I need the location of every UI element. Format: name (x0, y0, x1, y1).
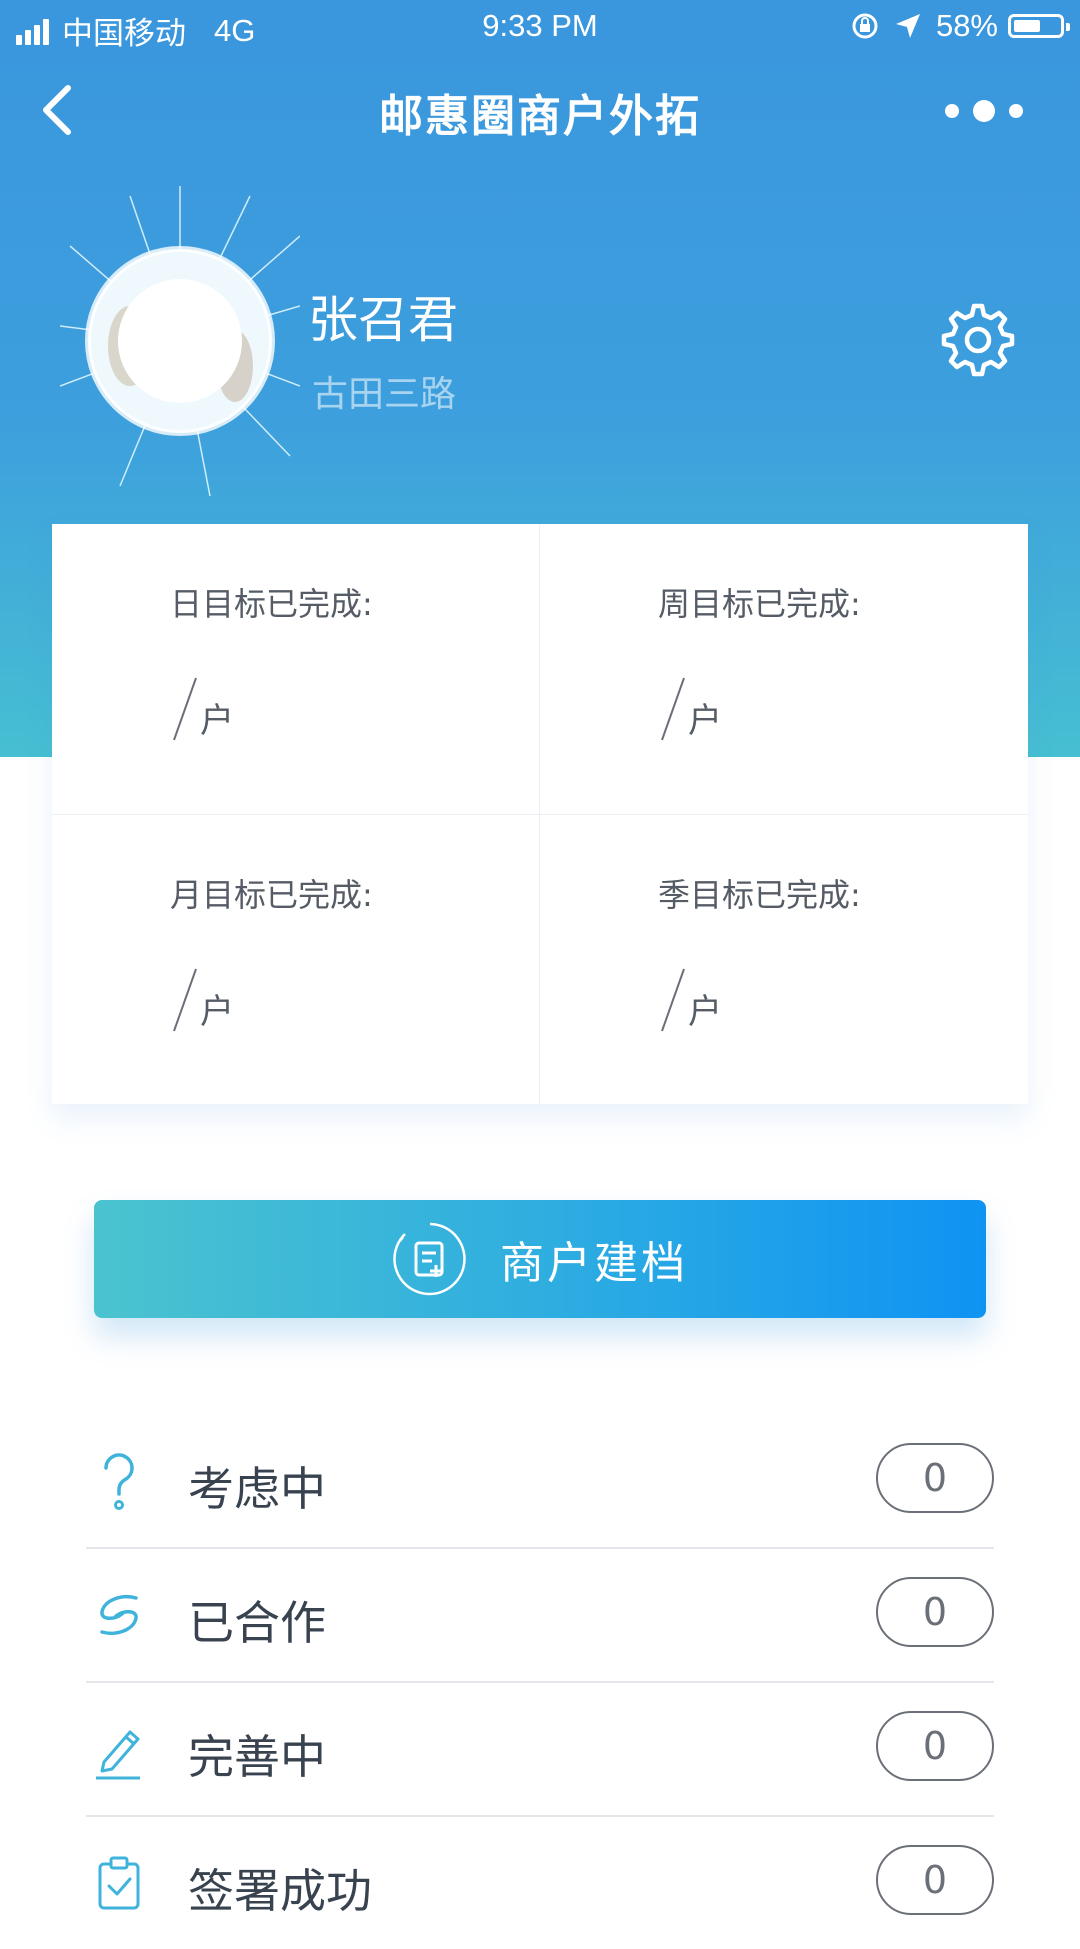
stat-label: 周目标已完成: (658, 585, 861, 623)
list-item-improving[interactable]: 完善中 0 (86, 1683, 994, 1817)
gear-icon[interactable] (938, 300, 1018, 380)
count-badge: 0 (876, 1711, 994, 1781)
user-profile: 张召君 古田三路 (0, 180, 1080, 510)
list-item-label: 已合作 (188, 1596, 326, 1650)
question-icon (104, 1453, 134, 1510)
list-item-label: 完善中 (188, 1730, 326, 1784)
slash-icon (173, 968, 197, 1032)
clipboard-check-icon (98, 1856, 140, 1910)
avatar[interactable] (60, 186, 300, 496)
list-item-cooperated[interactable]: 已合作 0 (86, 1549, 994, 1683)
stat-monthly-target: 月目标已完成: 户 (52, 815, 539, 1105)
stat-weekly-target: 周目标已完成: 户 (540, 524, 1027, 814)
list-item-signed[interactable]: 签署成功 0 (86, 1817, 994, 1949)
stat-value: 户 (658, 967, 722, 1033)
stat-unit: 户 (200, 701, 234, 741)
stat-label: 月目标已完成: (170, 876, 373, 914)
target-stats-card: 日目标已完成: 户 周目标已完成: 户 月目标已完成: 户 季目标已完成: 户 (52, 524, 1028, 1104)
stat-label: 日目标已完成: (170, 585, 373, 623)
slash-icon (173, 677, 197, 741)
create-merchant-label: 商户建档 (500, 1238, 688, 1289)
battery-percent: 58% (935, 8, 998, 43)
stat-label: 季目标已完成: (658, 876, 861, 914)
create-merchant-button[interactable]: 商户建档 (94, 1200, 986, 1318)
count-badge: 0 (876, 1443, 994, 1513)
cooperation-icon (100, 1595, 138, 1635)
battery-icon (1008, 14, 1070, 38)
count-badge: 0 (876, 1577, 994, 1647)
user-branch: 古田三路 (312, 374, 457, 415)
location-arrow-icon (895, 14, 920, 38)
list-item-label: 签署成功 (188, 1864, 372, 1918)
nav-bar: 邮惠圈商户外拓 (0, 60, 1080, 160)
rotation-lock-icon (852, 13, 878, 39)
stat-value: 户 (170, 967, 234, 1033)
slash-icon (661, 968, 685, 1032)
document-add-icon (393, 1222, 466, 1296)
pencil-icon (96, 1730, 140, 1780)
stat-daily-target: 日目标已完成: 户 (52, 524, 539, 814)
stat-unit: 户 (688, 992, 722, 1032)
slash-icon (661, 677, 685, 741)
stat-unit: 户 (200, 992, 234, 1032)
stat-unit: 户 (688, 701, 722, 741)
count-badge: 0 (876, 1845, 994, 1915)
stat-quarterly-target: 季目标已完成: 户 (540, 815, 1027, 1105)
stat-value: 户 (170, 676, 234, 742)
list-item-label: 考虑中 (188, 1462, 326, 1516)
status-bar: 中国移动 4G 9:33 PM 58% (0, 0, 1080, 54)
merchant-status-list: 考虑中 0 已合作 0 完善中 0 签署成功 0 (86, 1415, 994, 1949)
more-dots-icon[interactable] (940, 96, 1040, 126)
list-item-considering[interactable]: 考虑中 0 (86, 1415, 994, 1549)
page-title: 邮惠圈商户外拓 (379, 91, 701, 142)
user-name: 张召君 (308, 291, 458, 349)
stat-value: 户 (658, 676, 722, 742)
